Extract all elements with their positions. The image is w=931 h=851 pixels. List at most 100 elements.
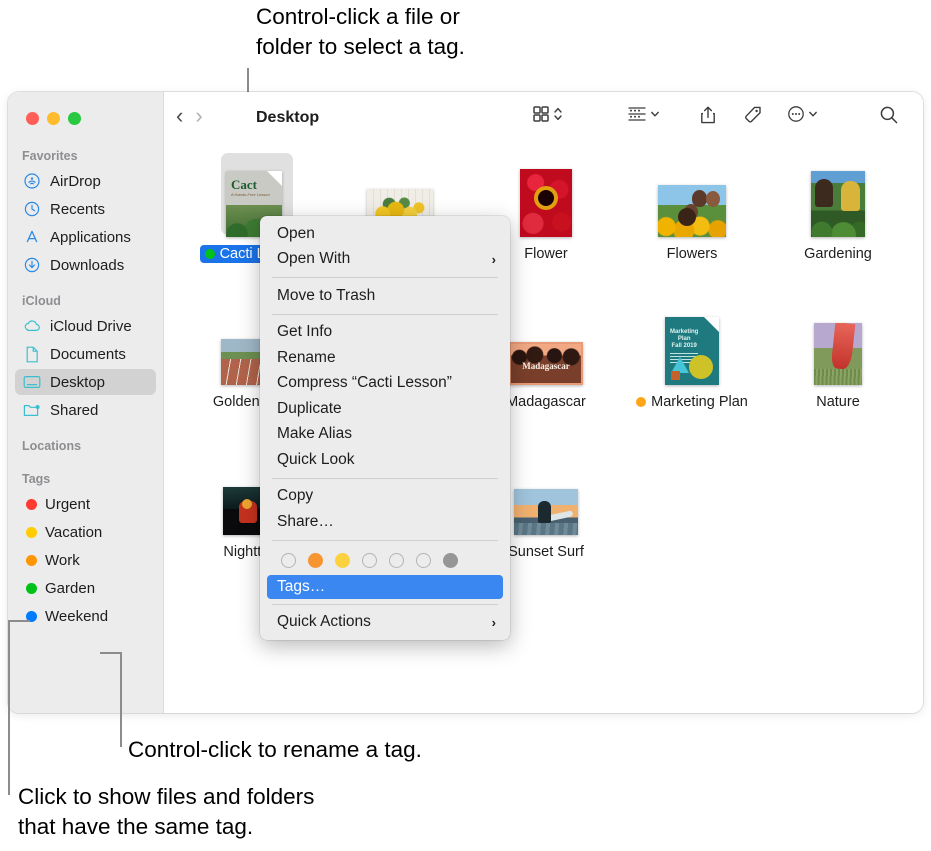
back-button[interactable]: ‹ [176,105,183,127]
doc-corner-fold [704,317,719,332]
forward-button[interactable]: › [195,105,202,127]
tag-dot-icon [26,498,37,510]
sidebar-tag-vacation[interactable]: Vacation [15,519,156,545]
thumb-title: Madagascar [522,361,570,372]
sidebar-item-recents[interactable]: Recents [15,196,156,222]
menu-item-open[interactable]: Open [260,221,510,247]
menu-item-quick-actions[interactable]: Quick Actions › [260,610,510,636]
file-item[interactable]: Flowers [626,153,758,263]
menu-item-label: Make Alias [277,425,352,443]
annotation-bottom: Click to show files and folders that hav… [18,784,315,839]
menu-item-rename[interactable]: Rename [260,345,510,371]
menu-item-label: Open With [277,250,351,268]
chevron-right-icon: › [491,251,496,267]
menu-item-make-alias[interactable]: Make Alias [260,422,510,448]
sidebar-item-label: Downloads [50,256,125,274]
menu-item-copy[interactable]: Copy [260,484,510,510]
file-name[interactable]: Madagascar [501,393,591,411]
no-tag-swatch[interactable] [281,552,296,568]
sidebar-tag-garden[interactable]: Garden [15,575,156,601]
sidebar-item-applications[interactable]: Applications [15,224,156,250]
sidebar-section-locations-header: Locations [22,439,82,453]
menu-item-duplicate[interactable]: Duplicate [260,396,510,422]
sidebar-tag-urgent[interactable]: Urgent [15,491,156,517]
document-icon [22,345,42,363]
sidebar-item-label: Applications [50,228,131,246]
share-button[interactable] [699,105,717,125]
sidebar-item-label: Shared [50,401,99,419]
orange-tag-swatch[interactable] [308,552,323,568]
minimize-button[interactable] [47,112,60,125]
file-name[interactable]: Flowers [662,245,723,263]
sidebar-item-desktop[interactable]: Desktop [15,369,156,395]
close-button[interactable] [26,112,39,125]
file-name[interactable]: Gardening [799,245,877,263]
sidebar-item-label: Desktop [50,373,106,391]
file-item[interactable]: Marketing Plan Fall 2019 Marketing Plan [626,301,758,412]
sidebar-item-label: AirDrop [50,172,101,190]
file-name[interactable]: Marketing Plan [631,393,753,411]
thumbnail-container [772,153,904,237]
file-thumbnail [811,171,865,237]
file-name[interactable]: Sunset Surf [503,543,589,561]
yellow-tag-swatch[interactable] [335,552,350,568]
chevron-down-icon [809,111,817,117]
sidebar-item-airdrop[interactable]: AirDrop [15,168,156,194]
group-list-icon [628,107,646,121]
group-by-button[interactable] [627,105,660,123]
purple-tag-swatch[interactable] [416,552,431,568]
view-grid-button[interactable] [532,105,563,123]
file-name-label: Flowers [666,246,718,262]
thumbnail-container [626,153,758,237]
sidebar-item-icloud-drive[interactable]: iCloud Drive [15,313,156,339]
sidebar-tag-work[interactable]: Work [15,547,156,573]
menu-item-move-to-trash[interactable]: Move to Trash [260,283,510,309]
menu-item-share[interactable]: Share… [260,509,510,535]
sidebar-item-shared[interactable]: Shared [15,397,156,423]
menu-item-label: Rename [277,348,336,366]
sidebar-tag-weekend[interactable]: Weekend [15,603,156,629]
menu-separator [272,539,498,541]
doc-corner-fold [267,171,282,186]
cloud-icon [22,317,42,335]
blue-tag-swatch[interactable] [389,552,404,568]
menu-item-label: Open [277,224,315,242]
file-name-label: Sunset Surf [508,544,584,560]
file-item[interactable]: Gardening [772,153,904,263]
sidebar-item-documents[interactable]: Documents [15,341,156,367]
chevron-right-icon: › [491,614,496,630]
menu-separator [272,477,498,479]
menu-item-tags[interactable]: Tags… [267,574,503,599]
more-actions-button[interactable] [787,105,818,123]
gray-tag-swatch[interactable] [443,552,458,568]
sidebar-section-tags-header: Tags [22,472,51,486]
tag-icon [745,106,761,123]
download-icon [22,256,42,274]
menu-item-open-with[interactable]: Open With › [260,247,510,273]
tag-dot-icon [26,526,37,538]
window-controls[interactable] [26,112,81,125]
file-name[interactable]: Nature [811,393,865,411]
callout-line-work-h [8,620,30,622]
file-name-label: Madagascar [506,394,586,410]
sidebar-item-label: Urgent [45,495,91,513]
menu-item-compress[interactable]: Compress “Cacti Lesson” [260,371,510,397]
sidebar-section-icloud-header: iCloud [22,294,61,308]
applications-icon [22,228,42,246]
menu-item-label: Quick Look [277,450,355,468]
file-thumbnail: Marketing Plan Fall 2019 [665,317,719,385]
navigation-arrows[interactable]: ‹ › [176,105,203,127]
share-icon [701,106,715,124]
menu-item-get-info[interactable]: Get Info [260,320,510,346]
file-name[interactable]: Flower [519,245,573,263]
search-button[interactable] [879,105,899,125]
search-icon [880,106,898,124]
chevron-updown-icon [554,107,562,121]
sidebar-item-downloads[interactable]: Downloads [15,252,156,278]
file-item[interactable]: Nature [772,301,904,411]
menu-item-quick-look[interactable]: Quick Look [260,447,510,473]
thumb-title: Cact [231,177,257,192]
zoom-button[interactable] [68,112,81,125]
tag-button[interactable] [743,105,763,125]
green-tag-swatch[interactable] [362,552,377,568]
